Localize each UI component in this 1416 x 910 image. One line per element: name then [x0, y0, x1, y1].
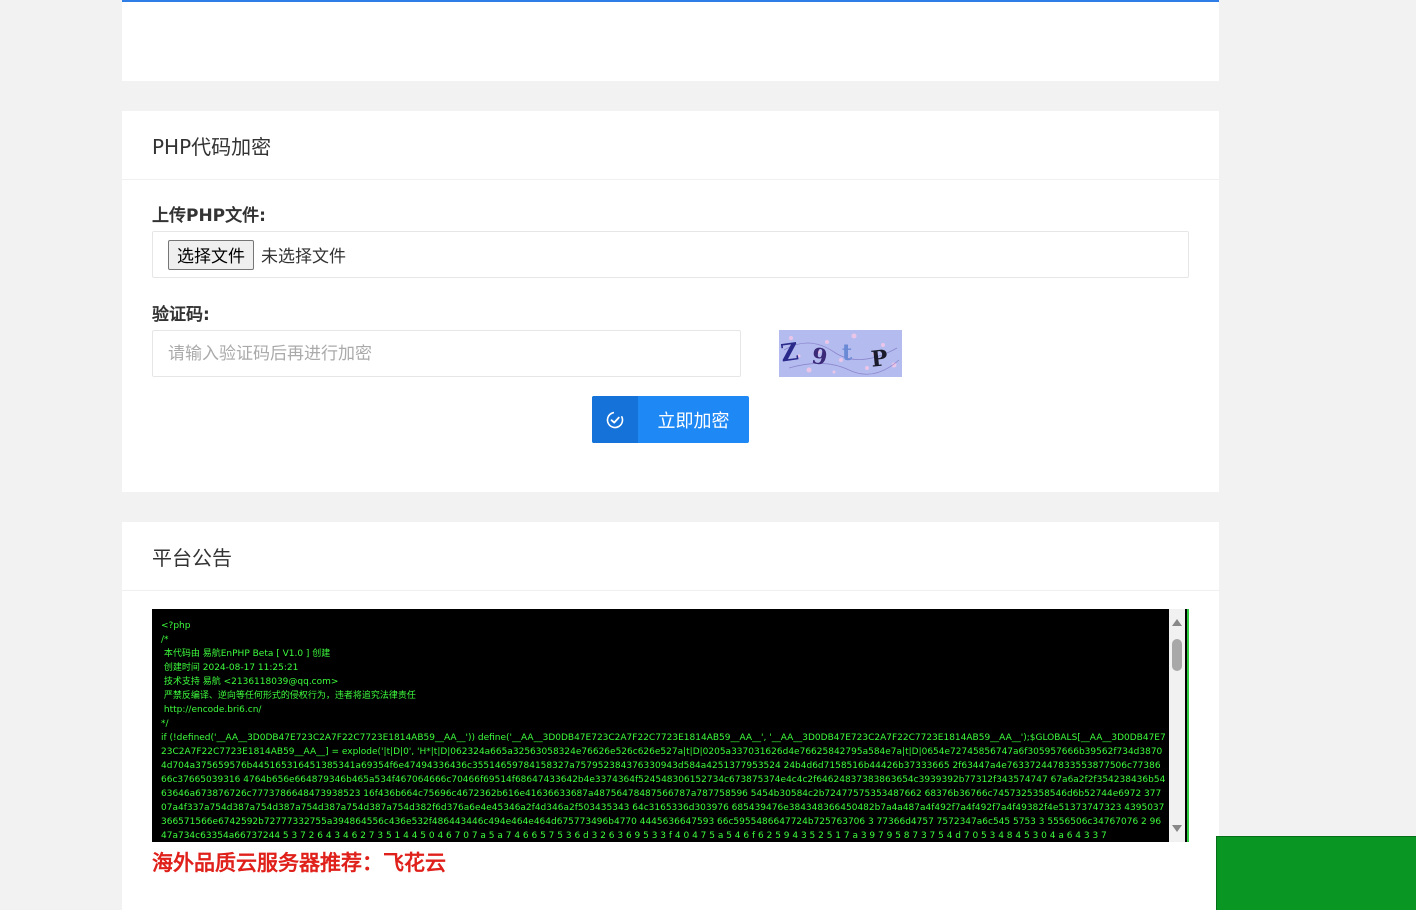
- encrypt-submit-label: 立即加密: [657, 410, 730, 432]
- encrypt-panel: PHP代码加密 上传PHP文件: 选择文件 未选择文件 验证码: Z 9 t P: [122, 111, 1219, 492]
- svg-text:t: t: [842, 340, 853, 366]
- scroll-down-icon[interactable]: [1172, 825, 1182, 832]
- code-scrollbar[interactable]: [1169, 609, 1185, 842]
- code-preview-text: <?php /* 本代码由 易航EnPHP Beta [ V1.0 ] 创建 创…: [161, 621, 1166, 841]
- scroll-thumb[interactable]: [1172, 639, 1182, 671]
- check-circle-icon: [592, 396, 638, 443]
- code-preview[interactable]: <?php /* 本代码由 易航EnPHP Beta [ V1.0 ] 创建 创…: [152, 609, 1189, 842]
- choose-file-button[interactable]: 选择文件: [168, 239, 254, 270]
- upload-label: 上传PHP文件:: [152, 206, 266, 226]
- notice-panel: 平台公告 <?php /* 本代码由 易航EnPHP Beta [ V1.0 ]…: [122, 522, 1219, 910]
- captcha-label: 验证码:: [152, 305, 210, 325]
- green-corner-widget: [1216, 836, 1416, 910]
- file-status: 未选择文件: [261, 247, 346, 267]
- promo-link[interactable]: 海外品质云服务器推荐：飞花云: [152, 847, 446, 877]
- top-panel: [122, 0, 1219, 81]
- encrypt-submit-button[interactable]: 立即加密: [592, 396, 749, 443]
- captcha-image[interactable]: Z 9 t P: [779, 330, 902, 377]
- scroll-up-icon[interactable]: [1172, 619, 1182, 626]
- file-upload-field[interactable]: 选择文件 未选择文件: [152, 231, 1189, 278]
- captcha-input[interactable]: [152, 330, 741, 377]
- notice-panel-title: 平台公告: [122, 522, 1219, 591]
- encrypt-panel-title: PHP代码加密: [122, 111, 1219, 180]
- captcha-picture: Z 9 t P: [779, 330, 902, 377]
- svg-text:P: P: [870, 345, 889, 373]
